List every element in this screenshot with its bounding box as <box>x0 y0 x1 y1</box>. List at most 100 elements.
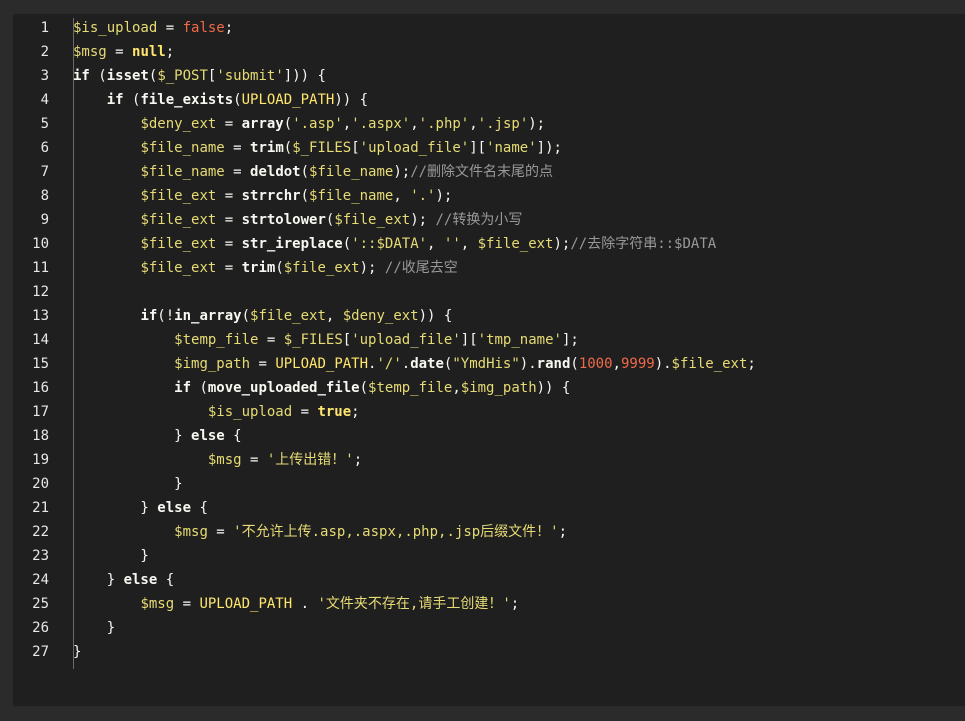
code-token: '文件夹不存在,请手工创建！' <box>317 596 511 612</box>
code-line: $file_ext = strtolower($file_ext); //转换为… <box>73 208 522 232</box>
code-token: isset <box>106 68 149 84</box>
code-token: array <box>241 116 284 132</box>
code-token: = <box>216 260 242 276</box>
code-token: str_ireplace <box>241 236 343 252</box>
code-token: trim <box>250 140 284 156</box>
code-token: '.php' <box>418 116 470 132</box>
code-token: ; <box>510 596 520 612</box>
line-number-gutter: 1 2 3 4 5 6 7 8 9 10 11 12 13 14 15 16 17 18 19 20 21 22 23 24 2… <box>13 14 62 706</box>
code-editor[interactable]: 1 2 3 4 5 6 7 8 9 10 11 12 13 14 15 16 17 18 19 20 21 22 23 24 2… <box>13 14 965 706</box>
code-token: { <box>191 500 208 516</box>
code-line: if (file_exists(UPLOAD_PATH)) { <box>73 88 368 112</box>
code-token: //转换为小写 <box>435 212 523 228</box>
code-token: = <box>174 596 200 612</box>
code-token: ( <box>300 164 310 180</box>
code-token: [ <box>351 140 360 156</box>
code-token: '上传出错！' <box>266 452 354 468</box>
code-token: )) { <box>418 308 453 324</box>
code-token: ; <box>351 404 360 420</box>
code-token: (! <box>157 308 175 324</box>
code-token: //收尾去空 <box>384 260 458 276</box>
code-token: 'submit' <box>216 68 284 84</box>
code-token: '.jsp' <box>477 116 529 132</box>
code-token: = <box>216 188 242 204</box>
code-line: $file_ext = strrchr($file_name, '.'); <box>73 184 452 208</box>
code-token: $file_name <box>309 164 394 180</box>
line-number: 6 <box>40 140 49 156</box>
line-number: 3 <box>40 68 49 84</box>
code-token: , <box>393 188 411 204</box>
code-token: ( <box>359 380 369 396</box>
code-line: if (move_uploaded_file($temp_file,$img_p… <box>73 376 570 400</box>
code-token: { <box>157 572 175 588</box>
code-token: [ <box>342 332 352 348</box>
code-token: } <box>73 572 124 588</box>
code-token: } <box>73 644 82 660</box>
line-number: 22 <box>32 524 49 540</box>
window-frame: 1 2 3 4 5 6 7 8 9 10 11 12 13 14 15 16 17 18 19 20 21 22 23 24 2… <box>0 0 965 721</box>
code-token: $is_upload <box>207 404 293 420</box>
code-token: ( <box>300 188 310 204</box>
code-token: ); <box>435 188 453 204</box>
line-number: 14 <box>32 332 49 348</box>
code-token: false <box>182 20 225 36</box>
code-token: ; <box>558 524 568 540</box>
code-line: } else { <box>73 424 241 448</box>
code-line: $is_upload = true; <box>73 400 360 424</box>
code-token: 'upload_file' <box>359 140 470 156</box>
code-token: in_array <box>174 308 242 324</box>
code-token: ( <box>89 68 107 84</box>
code-token: ); <box>393 164 411 180</box>
code-token: ); <box>359 260 385 276</box>
code-token: move_uploaded_file <box>207 380 360 396</box>
code-token: $img_path <box>174 356 251 372</box>
line-number: 1 <box>40 20 49 36</box>
code-line: $temp_file = $_FILES['upload_file']['tmp… <box>73 328 579 352</box>
code-token: 1000 <box>578 356 613 372</box>
code-token: '::$DATA' <box>351 236 428 252</box>
line-number: 8 <box>40 188 49 204</box>
code-token: $is_upload <box>73 20 158 36</box>
code-token: $file_name <box>140 140 225 156</box>
code-token: $file_ext <box>140 212 217 228</box>
code-line: if(!in_array($file_ext, $deny_ext)) { <box>73 304 452 328</box>
code-token: $_FILES <box>292 140 352 156</box>
line-number: 27 <box>32 644 49 660</box>
code-token: = <box>216 236 242 252</box>
line-number: 24 <box>32 572 49 588</box>
code-token: ( <box>570 356 579 372</box>
code-token: = <box>207 524 234 540</box>
code-line: $msg = null; <box>73 40 174 64</box>
code-token: 'tmp_name' <box>477 332 562 348</box>
code-token: true <box>317 404 352 420</box>
code-token: $file_ext <box>283 260 360 276</box>
code-line: $msg = UPLOAD_PATH . '文件夹不存在,请手工创建！'; <box>73 592 519 616</box>
code-token: , <box>612 356 621 372</box>
code-token: $img_path <box>460 380 537 396</box>
code-token: 'upload_file' <box>351 332 461 348</box>
code-token: $msg <box>73 44 107 60</box>
line-number: 11 <box>32 260 49 276</box>
code-token: , <box>410 116 419 132</box>
code-token: } <box>73 620 116 636</box>
code-token: . <box>292 596 318 612</box>
code-token: ( <box>283 140 293 156</box>
code-token: ); <box>553 236 571 252</box>
code-token: $file_ext <box>140 188 217 204</box>
code-line: } else { <box>73 568 174 592</box>
code-token: . <box>401 356 411 372</box>
code-token: ]; <box>561 332 579 348</box>
code-token: strrchr <box>241 188 301 204</box>
code-token: = <box>224 140 251 156</box>
line-number: 21 <box>32 500 49 516</box>
code-token: = <box>216 116 242 132</box>
code-token: } <box>73 500 158 516</box>
code-line: if (isset($_POST['submit'])) { <box>73 64 326 88</box>
code-line: $file_ext = trim($file_ext); //收尾去空 <box>73 256 458 280</box>
